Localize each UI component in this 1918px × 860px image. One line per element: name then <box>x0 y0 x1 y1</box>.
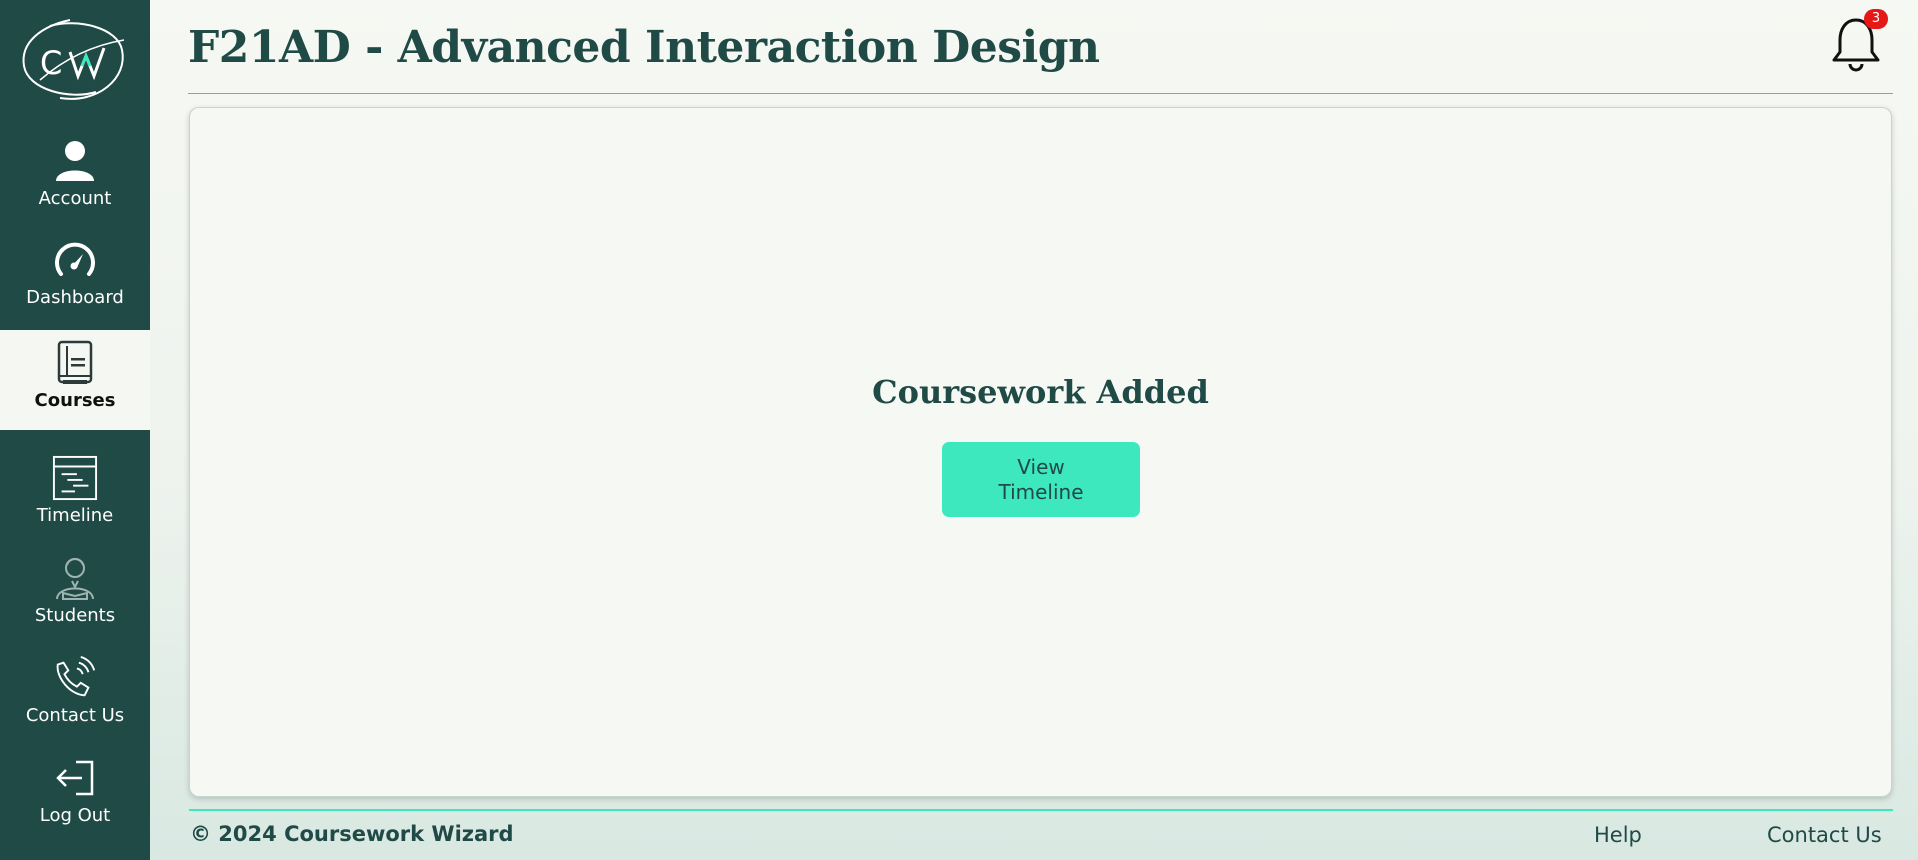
page-title: F21AD - Advanced Interaction Design <box>188 22 1100 73</box>
sidebar: C Account Dashboard Courses Timeline Stu… <box>0 0 150 860</box>
gauge-icon <box>52 237 98 283</box>
sidebar-item-label: Account <box>38 188 112 209</box>
footer-divider <box>189 809 1893 811</box>
confirmation-message: Coursework Added <box>872 373 1209 411</box>
view-timeline-button[interactable]: View Timeline <box>942 442 1140 517</box>
copyright-text: © 2024 Coursework Wizard <box>190 822 514 846</box>
student-icon <box>52 555 98 601</box>
sidebar-item-label: Dashboard <box>26 287 124 308</box>
sidebar-item-account[interactable]: Account <box>0 128 150 226</box>
book-icon <box>52 340 98 386</box>
sidebar-item-label: Courses <box>34 390 116 411</box>
notification-count-badge: 3 <box>1864 9 1888 29</box>
sidebar-item-dashboard[interactable]: Dashboard <box>0 227 150 325</box>
sidebar-item-courses[interactable]: Courses <box>0 330 150 430</box>
footer-help-link[interactable]: Help <box>1594 823 1642 847</box>
phone-icon <box>52 655 98 701</box>
content-card: Coursework Added View Timeline <box>189 107 1892 797</box>
sidebar-item-label: Contact Us <box>25 705 125 726</box>
coursework-wizard-logo[interactable]: C <box>20 14 130 104</box>
sidebar-item-students[interactable]: Students <box>0 545 150 643</box>
header-divider <box>188 93 1893 94</box>
sidebar-item-label: Log Out <box>39 805 111 826</box>
sidebar-item-label: Students <box>34 605 116 626</box>
sidebar-item-label: Timeline <box>36 505 114 526</box>
user-icon <box>52 138 98 184</box>
timeline-icon <box>52 455 98 501</box>
sidebar-item-log-out[interactable]: Log Out <box>0 745 150 843</box>
sidebar-item-timeline[interactable]: Timeline <box>0 445 150 543</box>
footer-contact-link[interactable]: Contact Us <box>1767 823 1882 847</box>
svg-text:C: C <box>40 44 62 82</box>
sidebar-item-contact-us[interactable]: Contact Us <box>0 645 150 743</box>
logout-icon <box>52 755 98 801</box>
